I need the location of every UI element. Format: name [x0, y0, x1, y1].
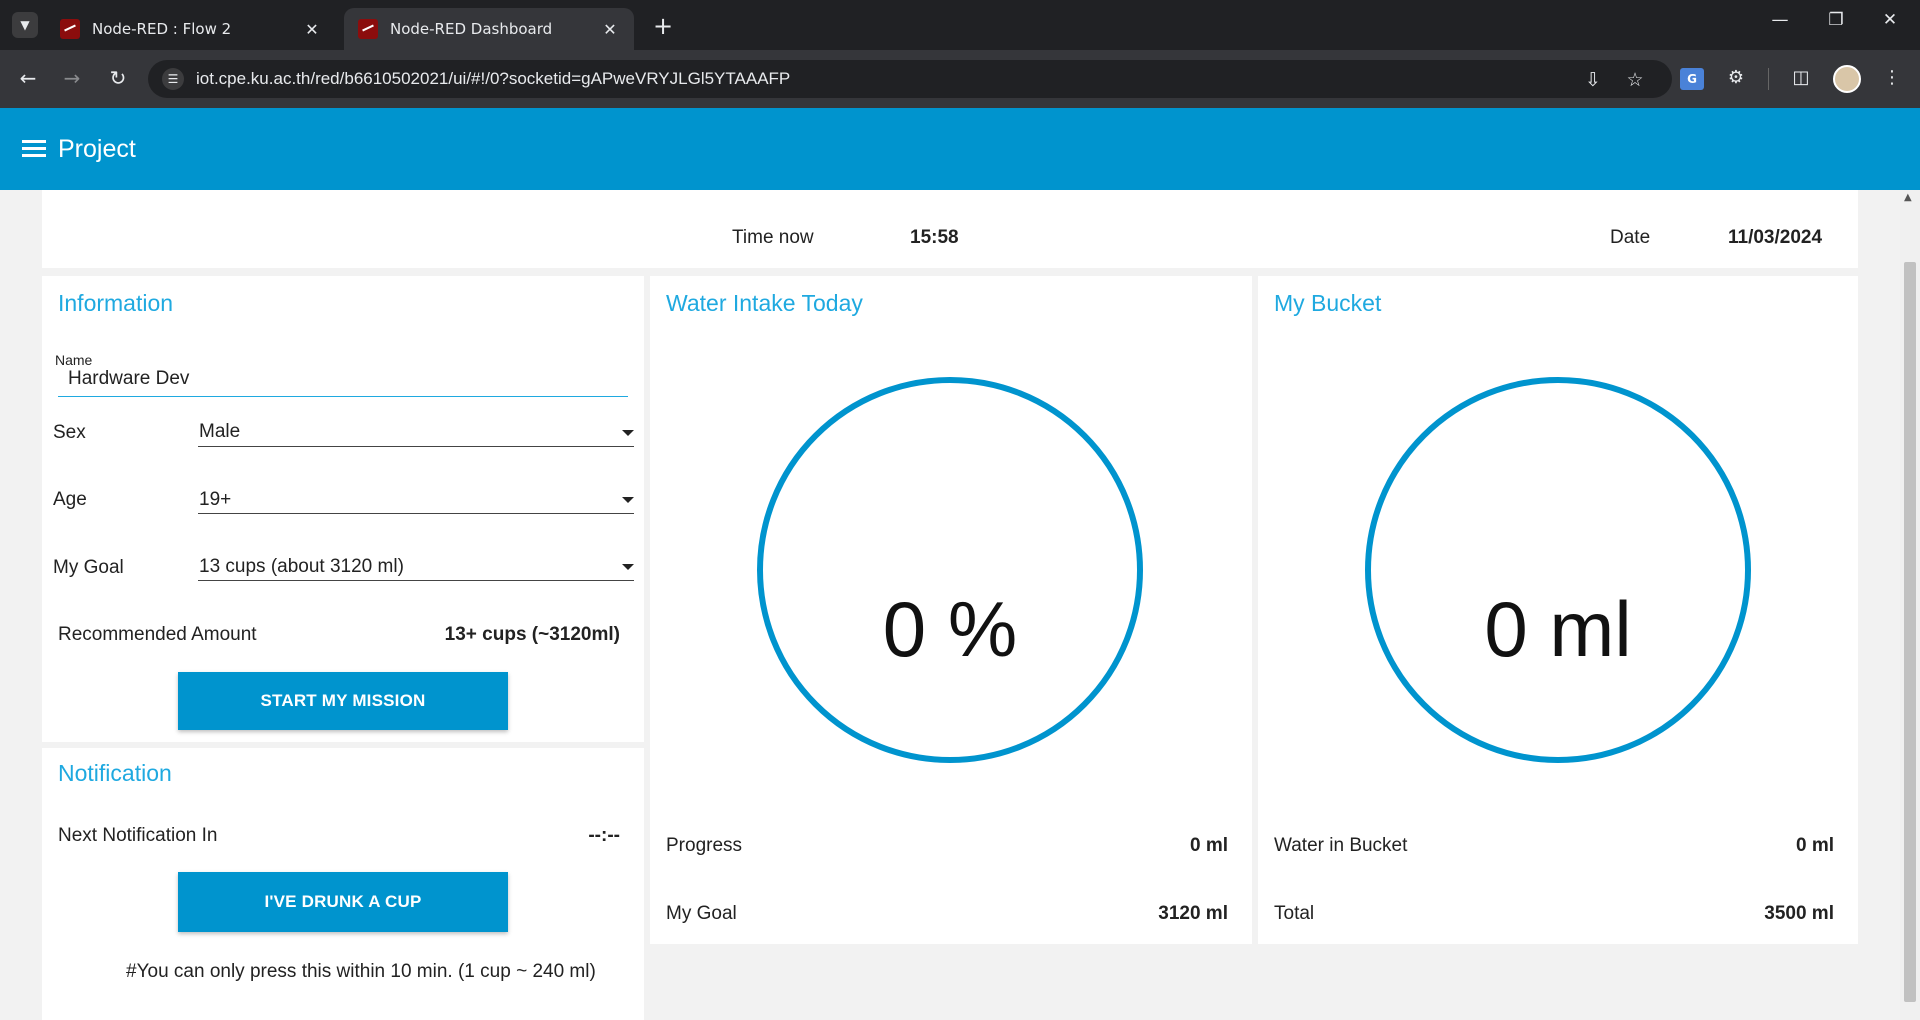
url-text: iot.cpe.ku.ac.th/red/b6610502021/ui/#!/0…: [196, 69, 791, 88]
bucket-total-label: Total: [1274, 903, 1315, 924]
site-info-icon[interactable]: ☰: [162, 68, 184, 90]
address-bar[interactable]: ☰ iot.cpe.ku.ac.th/red/b6610502021/ui/#!…: [148, 60, 1672, 98]
date-value: 11/03/2024: [1728, 227, 1823, 248]
water-intake-title: Water Intake Today: [666, 290, 863, 316]
page-scrollbar[interactable]: ▲: [1900, 190, 1920, 1020]
chevron-down-icon[interactable]: [622, 497, 634, 503]
extensions-icon[interactable]: ⚙: [1722, 67, 1750, 88]
close-icon[interactable]: ✕: [600, 20, 620, 39]
page-title: Project: [58, 134, 136, 163]
translate-icon[interactable]: G: [1680, 68, 1704, 90]
bucket-gauge: [1365, 377, 1751, 763]
gauge-ring: [1365, 377, 1751, 763]
progress-value: 0 ml: [1189, 835, 1228, 856]
close-icon[interactable]: ✕: [302, 20, 322, 39]
press-limit-note: #You can only press this within 10 min. …: [126, 961, 596, 982]
app-header: Project: [0, 108, 1920, 190]
bucket-card: My Bucket 0 ml Water in Bucket 0 ml Tota…: [1258, 276, 1858, 944]
node-red-icon: [60, 19, 80, 39]
tab-title: Node-RED : Flow 2: [92, 20, 232, 38]
dashboard-content: Time now 15:58 Date 11/03/2024 Informati…: [0, 190, 1900, 1020]
notification-title: Notification: [58, 760, 172, 786]
new-tab-icon[interactable]: +: [650, 12, 676, 40]
back-icon[interactable]: ←: [14, 66, 42, 90]
chevron-down-icon[interactable]: [622, 564, 634, 570]
age-select[interactable]: 19+: [199, 489, 231, 511]
hamburger-menu-icon[interactable]: [22, 140, 46, 158]
progress-label: Progress: [666, 835, 743, 856]
install-app-icon[interactable]: ⇩: [1580, 69, 1606, 91]
water-in-bucket-label: Water in Bucket: [1274, 835, 1408, 856]
reload-icon[interactable]: ↻: [104, 66, 132, 90]
name-field-underline: [58, 396, 628, 397]
time-value: 15:58: [910, 227, 959, 248]
intake-goal-value: 3120 ml: [1158, 903, 1228, 924]
chevron-down-icon[interactable]: [622, 430, 634, 436]
water-intake-gauge: [757, 377, 1143, 763]
minimize-icon[interactable]: —: [1760, 10, 1800, 30]
bucket-gauge-value: 0 ml: [1484, 585, 1632, 673]
sex-select[interactable]: Male: [199, 421, 240, 443]
water-in-bucket-value: 0 ml: [1795, 835, 1834, 856]
goal-select-underline: [198, 580, 634, 581]
toolbar-divider: [1768, 68, 1769, 90]
start-mission-button[interactable]: START MY MISSION: [178, 672, 508, 730]
time-bar: Time now 15:58 Date 11/03/2024: [42, 190, 1858, 268]
next-notification-value: --:--: [588, 825, 620, 846]
bucket-total-value: 3500 ml: [1764, 903, 1834, 924]
notification-card: Notification Next Notification In --:-- …: [42, 748, 644, 1020]
recommended-value: 13+ cups (~3120ml): [444, 624, 620, 645]
age-select-underline: [198, 513, 634, 514]
browser-toolbar: ← → ↻ ☰ iot.cpe.ku.ac.th/red/b6610502021…: [0, 50, 1920, 108]
sex-label: Sex: [53, 422, 86, 443]
browser-tab-flow[interactable]: Node-RED : Flow 2 ✕: [46, 8, 336, 50]
name-field-label: Name: [55, 352, 93, 368]
next-notification-label: Next Notification In: [58, 825, 218, 846]
age-label: Age: [53, 489, 87, 510]
bookmark-star-icon[interactable]: ☆: [1622, 69, 1648, 91]
goal-select[interactable]: 13 cups (about 3120 ml): [199, 556, 404, 578]
information-card: Information Name Hardware Dev Sex Male A…: [42, 276, 644, 742]
name-field[interactable]: Hardware Dev: [68, 368, 189, 390]
drunk-cup-button[interactable]: I'VE DRUNK A CUP: [178, 872, 508, 932]
information-title: Information: [58, 290, 174, 316]
scroll-up-icon[interactable]: ▲: [1904, 192, 1912, 203]
intake-goal-label: My Goal: [666, 903, 737, 924]
time-label: Time now: [732, 227, 814, 248]
window-close-icon[interactable]: ✕: [1870, 10, 1910, 30]
date-label: Date: [1610, 227, 1651, 248]
side-panel-icon[interactable]: ◫: [1787, 67, 1815, 88]
tab-search-icon[interactable]: ▼: [12, 12, 38, 38]
sex-select-underline: [198, 446, 634, 447]
water-intake-gauge-value: 0 %: [882, 585, 1018, 673]
menu-kebab-icon[interactable]: ⋮: [1878, 67, 1906, 88]
bucket-title: My Bucket: [1274, 290, 1382, 316]
scroll-thumb[interactable]: [1904, 262, 1916, 1002]
browser-tab-dashboard[interactable]: Node-RED Dashboard ✕: [344, 8, 634, 50]
browser-tab-bar: ▼ Node-RED : Flow 2 ✕ Node-RED Dashboard…: [0, 0, 1920, 50]
gauge-ring: [757, 377, 1143, 763]
recommended-label: Recommended Amount: [58, 624, 257, 645]
restore-icon[interactable]: ❐: [1816, 10, 1856, 30]
forward-icon[interactable]: →: [58, 66, 86, 90]
tab-title: Node-RED Dashboard: [390, 20, 553, 38]
node-red-icon: [358, 19, 378, 39]
goal-label: My Goal: [53, 557, 124, 578]
profile-avatar[interactable]: [1833, 65, 1861, 93]
water-intake-card: Water Intake Today 0 % Progress 0 ml My …: [650, 276, 1252, 944]
